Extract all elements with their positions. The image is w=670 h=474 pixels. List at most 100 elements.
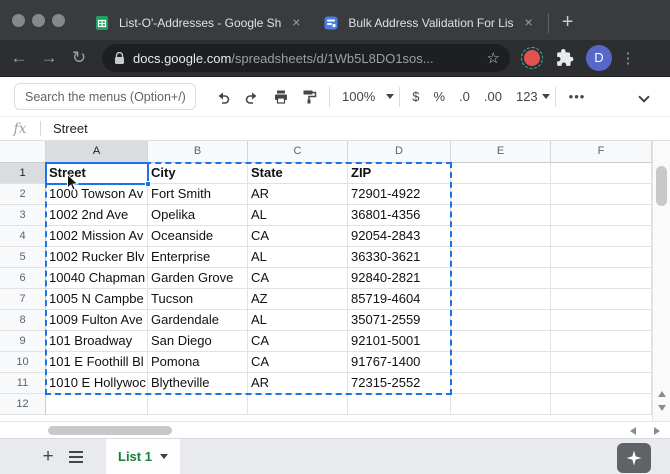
row-header-8[interactable]: 8 bbox=[0, 310, 46, 331]
back-icon[interactable]: ← bbox=[4, 48, 34, 68]
cell-A4[interactable]: 1002 Mission Av bbox=[46, 226, 148, 247]
cell-A1[interactable]: Street bbox=[46, 163, 148, 184]
cell-F1[interactable] bbox=[551, 163, 652, 184]
cell-D5[interactable]: 36330-3621 bbox=[348, 247, 451, 268]
decrease-decimal-button[interactable]: .0 bbox=[452, 89, 477, 104]
recorder-extension-icon[interactable] bbox=[524, 50, 540, 66]
cell-B7[interactable]: Tucson bbox=[148, 289, 248, 310]
scroll-up-icon[interactable] bbox=[658, 391, 666, 397]
menu-search-input[interactable] bbox=[14, 83, 196, 110]
cell-D9[interactable]: 92101-5001 bbox=[348, 331, 451, 352]
extensions-puzzle-icon[interactable] bbox=[556, 49, 574, 67]
cell-D12[interactable] bbox=[348, 394, 451, 415]
sheet-menu-caret-icon[interactable] bbox=[160, 454, 168, 459]
column-header-A[interactable]: A bbox=[46, 141, 148, 163]
cell-B11[interactable]: Blytheville bbox=[148, 373, 248, 394]
tab-validation[interactable]: Bulk Address Validation For Lis × bbox=[313, 6, 545, 40]
column-header-B[interactable]: B bbox=[148, 141, 248, 163]
cell-A6[interactable]: 10040 Chapman bbox=[46, 268, 148, 289]
cell-D10[interactable]: 91767-1400 bbox=[348, 352, 451, 373]
row-header-3[interactable]: 3 bbox=[0, 205, 46, 226]
traffic-light-close-icon[interactable] bbox=[12, 14, 25, 27]
cell-C4[interactable]: CA bbox=[248, 226, 348, 247]
url-bar[interactable]: docs.google.com/spreadsheets/d/1Wb5L8DO1… bbox=[102, 44, 510, 72]
cell-B6[interactable]: Garden Grove bbox=[148, 268, 248, 289]
cell-D6[interactable]: 92840-2821 bbox=[348, 268, 451, 289]
vertical-scrollbar[interactable] bbox=[652, 141, 670, 421]
column-header-F[interactable]: F bbox=[551, 141, 652, 163]
new-tab-button[interactable]: + bbox=[555, 10, 581, 36]
cell-C10[interactable]: CA bbox=[248, 352, 348, 373]
row-header-7[interactable]: 7 bbox=[0, 289, 46, 310]
number-format-button[interactable]: 123 bbox=[509, 89, 538, 104]
cell-E6[interactable] bbox=[451, 268, 551, 289]
row-header-12[interactable]: 12 bbox=[0, 394, 46, 415]
cell-C3[interactable]: AL bbox=[248, 205, 348, 226]
horizontal-scrollbar[interactable] bbox=[0, 421, 670, 438]
cell-B9[interactable]: San Diego bbox=[148, 331, 248, 352]
traffic-light-minimize-icon[interactable] bbox=[32, 14, 45, 27]
undo-button[interactable] bbox=[208, 84, 237, 110]
cell-F12[interactable] bbox=[551, 394, 652, 415]
vertical-scrollbar-thumb[interactable] bbox=[656, 166, 667, 206]
cell-F2[interactable] bbox=[551, 184, 652, 205]
traffic-light-zoom-icon[interactable] bbox=[52, 14, 65, 27]
cell-C9[interactable]: CA bbox=[248, 331, 348, 352]
formula-bar-value[interactable]: Street bbox=[53, 121, 88, 136]
cell-B5[interactable]: Enterprise bbox=[148, 247, 248, 268]
cell-A12[interactable] bbox=[46, 394, 148, 415]
cell-F8[interactable] bbox=[551, 310, 652, 331]
explore-button[interactable] bbox=[617, 443, 651, 473]
cell-C7[interactable]: AZ bbox=[248, 289, 348, 310]
profile-avatar[interactable]: D bbox=[586, 45, 612, 71]
active-sheet-tab[interactable]: List 1 bbox=[106, 439, 180, 474]
print-button[interactable] bbox=[266, 84, 295, 110]
cell-E5[interactable] bbox=[451, 247, 551, 268]
cell-E7[interactable] bbox=[451, 289, 551, 310]
cell-B10[interactable]: Pomona bbox=[148, 352, 248, 373]
row-header-10[interactable]: 10 bbox=[0, 352, 46, 373]
reload-icon[interactable]: ↻ bbox=[64, 48, 94, 68]
collapse-toolbar-icon[interactable] bbox=[638, 91, 649, 102]
cell-B1[interactable]: City bbox=[148, 163, 248, 184]
cell-A2[interactable]: 1000 Towson Av bbox=[46, 184, 148, 205]
row-header-6[interactable]: 6 bbox=[0, 268, 46, 289]
forward-icon[interactable]: → bbox=[34, 48, 64, 68]
tab-sheets[interactable]: List-O'-Addresses - Google Sh × bbox=[84, 6, 313, 40]
format-currency-button[interactable]: $ bbox=[405, 89, 426, 104]
row-header-1[interactable]: 1 bbox=[0, 163, 46, 184]
row-header-9[interactable]: 9 bbox=[0, 331, 46, 352]
cell-C5[interactable]: AL bbox=[248, 247, 348, 268]
row-header-5[interactable]: 5 bbox=[0, 247, 46, 268]
scroll-down-icon[interactable] bbox=[658, 405, 666, 411]
cell-A11[interactable]: 1010 E Hollywoc bbox=[46, 373, 148, 394]
cell-C12[interactable] bbox=[248, 394, 348, 415]
cell-E10[interactable] bbox=[451, 352, 551, 373]
scroll-right-icon[interactable] bbox=[654, 427, 660, 435]
row-header-2[interactable]: 2 bbox=[0, 184, 46, 205]
cell-B3[interactable]: Opelika bbox=[148, 205, 248, 226]
bookmark-star-icon[interactable]: ☆ bbox=[487, 49, 500, 67]
cell-E8[interactable] bbox=[451, 310, 551, 331]
column-header-E[interactable]: E bbox=[451, 141, 551, 163]
row-header-4[interactable]: 4 bbox=[0, 226, 46, 247]
cell-B8[interactable]: Gardendale bbox=[148, 310, 248, 331]
cell-D2[interactable]: 72901-4922 bbox=[348, 184, 451, 205]
cell-C1[interactable]: State bbox=[248, 163, 348, 184]
cell-D4[interactable]: 92054-2843 bbox=[348, 226, 451, 247]
row-header-11[interactable]: 11 bbox=[0, 373, 46, 394]
cell-A3[interactable]: 1002 2nd Ave bbox=[46, 205, 148, 226]
all-sheets-button[interactable] bbox=[62, 443, 90, 471]
more-toolbar-button[interactable]: ••• bbox=[561, 89, 594, 104]
horizontal-scrollbar-thumb[interactable] bbox=[48, 426, 172, 435]
cell-F7[interactable] bbox=[551, 289, 652, 310]
column-header-C[interactable]: C bbox=[248, 141, 348, 163]
cell-A7[interactable]: 1005 N Campbe bbox=[46, 289, 148, 310]
cell-A9[interactable]: 101 Broadway bbox=[46, 331, 148, 352]
cell-C8[interactable]: AL bbox=[248, 310, 348, 331]
cell-C11[interactable]: AR bbox=[248, 373, 348, 394]
cell-E1[interactable] bbox=[451, 163, 551, 184]
select-all-corner[interactable] bbox=[0, 141, 46, 163]
format-percent-button[interactable]: % bbox=[426, 89, 452, 104]
cell-E9[interactable] bbox=[451, 331, 551, 352]
